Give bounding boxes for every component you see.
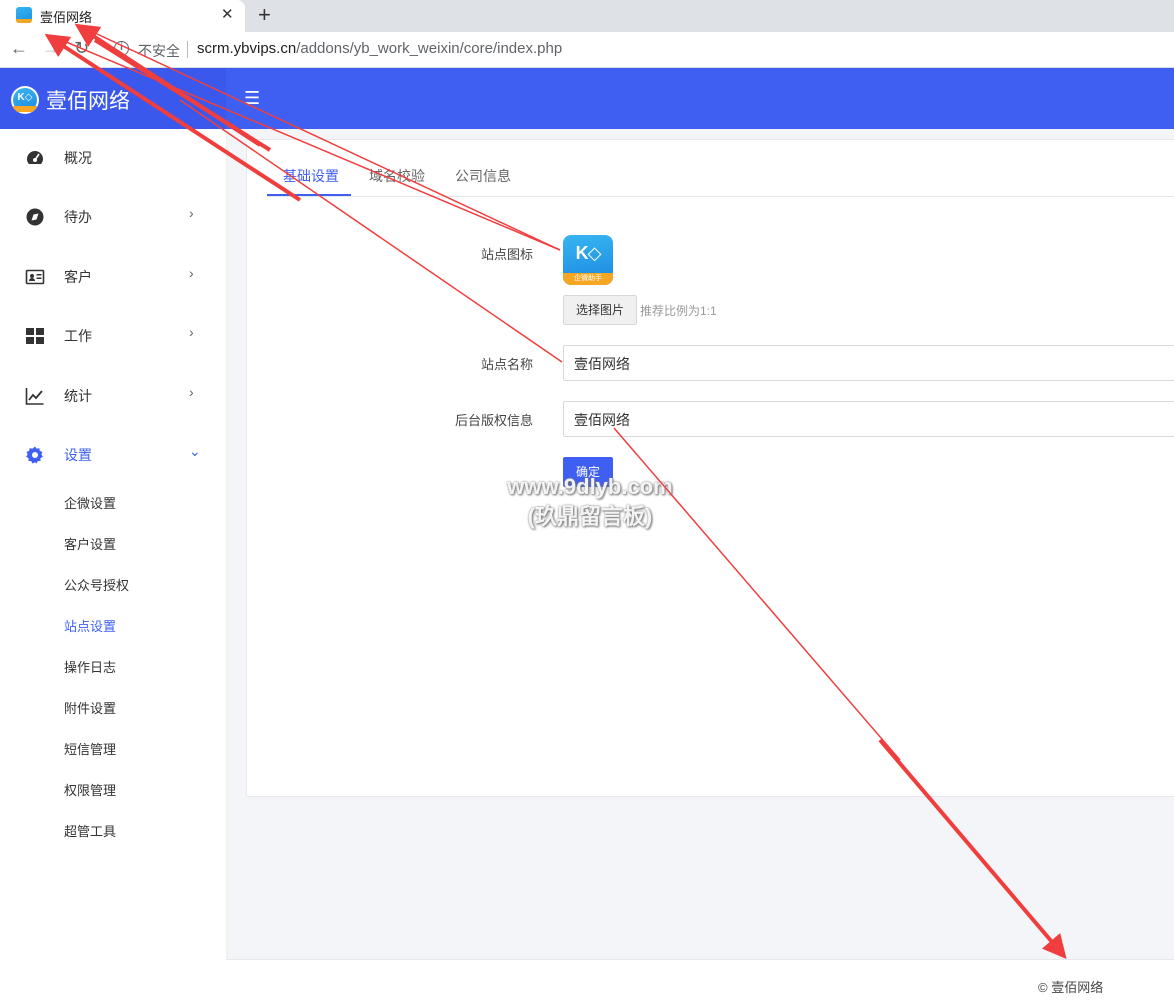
sidebar-subitem-site-settings[interactable]: 站点设置 [64, 616, 116, 635]
browser-tab[interactable]: 壹佰网络 ✕ [0, 0, 245, 32]
sidebar-subitem-customer-settings[interactable]: 客户设置 [64, 534, 116, 553]
sidebar-item-label: 设置 [64, 447, 92, 463]
site-name-input[interactable]: 壹佰网络 [563, 345, 1174, 381]
url-host: scrm.ybvips.cn [197, 40, 297, 57]
url-path: /addons/yb_work_weixin/core/index.php [296, 40, 563, 57]
sidebar-item-customer[interactable]: 客户 › [0, 257, 226, 297]
back-arrow-icon[interactable]: ← [10, 38, 28, 59]
chart-line-icon [25, 388, 44, 405]
sidebar-item-todo[interactable]: 待办 › [0, 197, 226, 237]
footer-copyright: © 壹佰网络 [1038, 980, 1104, 995]
info-icon[interactable]: i [114, 41, 129, 56]
copyright-input[interactable]: 壹佰网络 [563, 401, 1174, 437]
address-separator [187, 41, 188, 58]
address-bar: ← → ↻ i 不安全 scrm.ybvips.cn/addons/yb_wor… [0, 32, 1174, 68]
sidebar-subitem-attachment-settings[interactable]: 附件设置 [64, 698, 116, 717]
sidebar-item-label: 客户 [64, 269, 92, 285]
site-icon-band: 企微助手 [563, 273, 613, 285]
app-header: K◇ 壹佰网络 ☰ [0, 68, 1174, 129]
copyright-label: 后台版权信息 [454, 413, 533, 428]
sidebar-subitem-sms[interactable]: 短信管理 [64, 739, 116, 758]
menu-toggle-icon[interactable]: ☰ [244, 88, 260, 109]
reload-icon[interactable]: ↻ [74, 38, 89, 59]
dashboard-icon [27, 151, 43, 164]
sidebar-subitem-wecom-settings[interactable]: 企微设置 [64, 493, 116, 512]
site-icon-label: 站点图标 [480, 247, 533, 262]
tab-domain-verify[interactable]: 域名校验 [369, 166, 425, 186]
brand-area[interactable]: K◇ 壹佰网络 [0, 68, 226, 129]
site-icon-image[interactable]: K◇ 企微助手 [563, 235, 613, 285]
settings-card: 基础设置 域名校验 公司信息 站点图标 K◇ 企微助手 选择图片 推荐比例为1:… [246, 139, 1174, 797]
tab-company-info[interactable]: 公司信息 [455, 166, 511, 186]
watermark-line-2: (玖鼎留言板) [527, 504, 653, 529]
sidebar-item-label: 概况 [64, 150, 92, 166]
footer: © 壹佰网络 [226, 959, 1174, 1005]
sidebar-item-label: 待办 [64, 209, 92, 225]
sidebar-subitem-official-account[interactable]: 公众号授权 [64, 575, 129, 594]
forward-arrow-icon[interactable]: → [42, 38, 60, 59]
chevron-down-icon: ⌄ [189, 443, 201, 459]
chevron-right-icon: › [189, 205, 194, 221]
chevron-right-icon: › [189, 265, 194, 281]
sidebar-subitem-operation-log[interactable]: 操作日志 [64, 657, 116, 676]
browser-tab-title: 壹佰网络 [40, 10, 93, 25]
security-status[interactable]: 不安全 [138, 41, 180, 61]
url-field[interactable]: scrm.ybvips.cn/addons/yb_work_weixin/cor… [197, 40, 562, 57]
grid-icon [26, 328, 44, 344]
site-icon-mark: K◇ [575, 243, 602, 263]
tab-basic-settings[interactable]: 基础设置 [283, 166, 339, 186]
active-tab-indicator [267, 194, 351, 196]
close-tab-icon[interactable]: ✕ [221, 5, 234, 23]
watermark: www.9dlyb.com (玖鼎留言板) [480, 472, 700, 532]
brand-name: 壹佰网络 [46, 90, 130, 113]
sidebar: 概况 待办 › 客户 › 工作 › 统计 › 设置 ⌄ 企微设置 客户设置 公众… [0, 129, 226, 1005]
chevron-right-icon: › [189, 324, 194, 340]
id-card-icon [25, 269, 45, 285]
choose-image-button[interactable]: 选择图片 [563, 295, 637, 325]
sidebar-item-settings[interactable]: 设置 ⌄ [0, 435, 226, 475]
watermark-line-1: www.9dlyb.com [507, 474, 673, 499]
sidebar-item-overview[interactable]: 概况 [0, 138, 226, 178]
sidebar-subitem-permissions[interactable]: 权限管理 [64, 780, 116, 799]
site-name-label: 站点名称 [480, 357, 533, 372]
ratio-hint: 推荐比例为1:1 [640, 304, 717, 318]
content-tabs: 基础设置 域名校验 公司信息 [267, 140, 1174, 197]
new-tab-icon[interactable]: + [258, 2, 271, 28]
compass-icon [26, 208, 44, 226]
sidebar-item-work[interactable]: 工作 › [0, 316, 226, 356]
browser-tab-bar: 壹佰网络 ✕ + [0, 0, 1174, 32]
sidebar-item-label: 统计 [64, 388, 92, 404]
sidebar-subitem-super-admin[interactable]: 超管工具 [64, 821, 116, 840]
logo-icon: K◇ [11, 86, 39, 114]
chevron-right-icon: › [189, 384, 194, 400]
sidebar-item-label: 工作 [64, 328, 92, 344]
gear-icon [26, 446, 43, 464]
sidebar-item-stats[interactable]: 统计 › [0, 376, 226, 416]
logo-mark: K◇ [13, 88, 37, 112]
favicon-icon [16, 7, 32, 23]
